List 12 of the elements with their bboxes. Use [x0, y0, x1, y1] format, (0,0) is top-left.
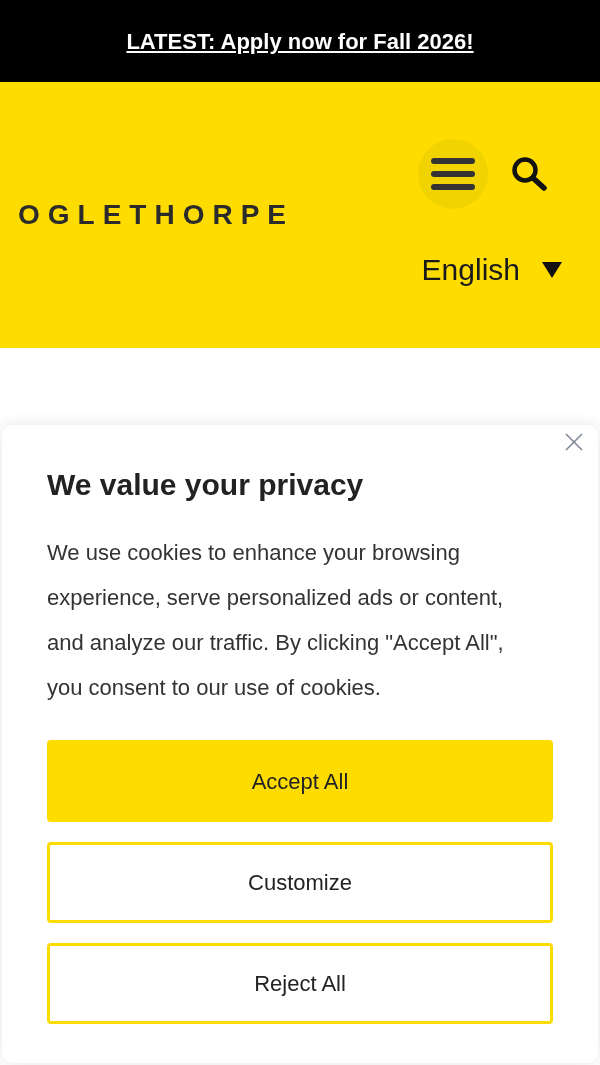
language-dropdown[interactable]: English [421, 255, 562, 285]
caret-down-icon [542, 262, 562, 278]
reject-all-button[interactable]: Reject All [47, 943, 553, 1024]
dialog-title: We value your privacy [47, 467, 365, 503]
customize-button[interactable]: Customize [47, 842, 553, 923]
accept-all-button[interactable]: Accept All [47, 740, 553, 822]
site-logo[interactable]: OGLETHORPE [18, 201, 294, 229]
announcement-link[interactable]: LATEST: Apply now for Fall 2026! [126, 24, 474, 58]
close-icon[interactable] [565, 433, 583, 451]
menu-icon [431, 158, 475, 190]
search-icon[interactable] [512, 157, 548, 191]
dialog-message: We use cookies to enhance your browsing experience, serve personalized ads or content, and analyze our traffic. By clicking "Accept All", you consent to our use of cookies. [47, 539, 505, 702]
